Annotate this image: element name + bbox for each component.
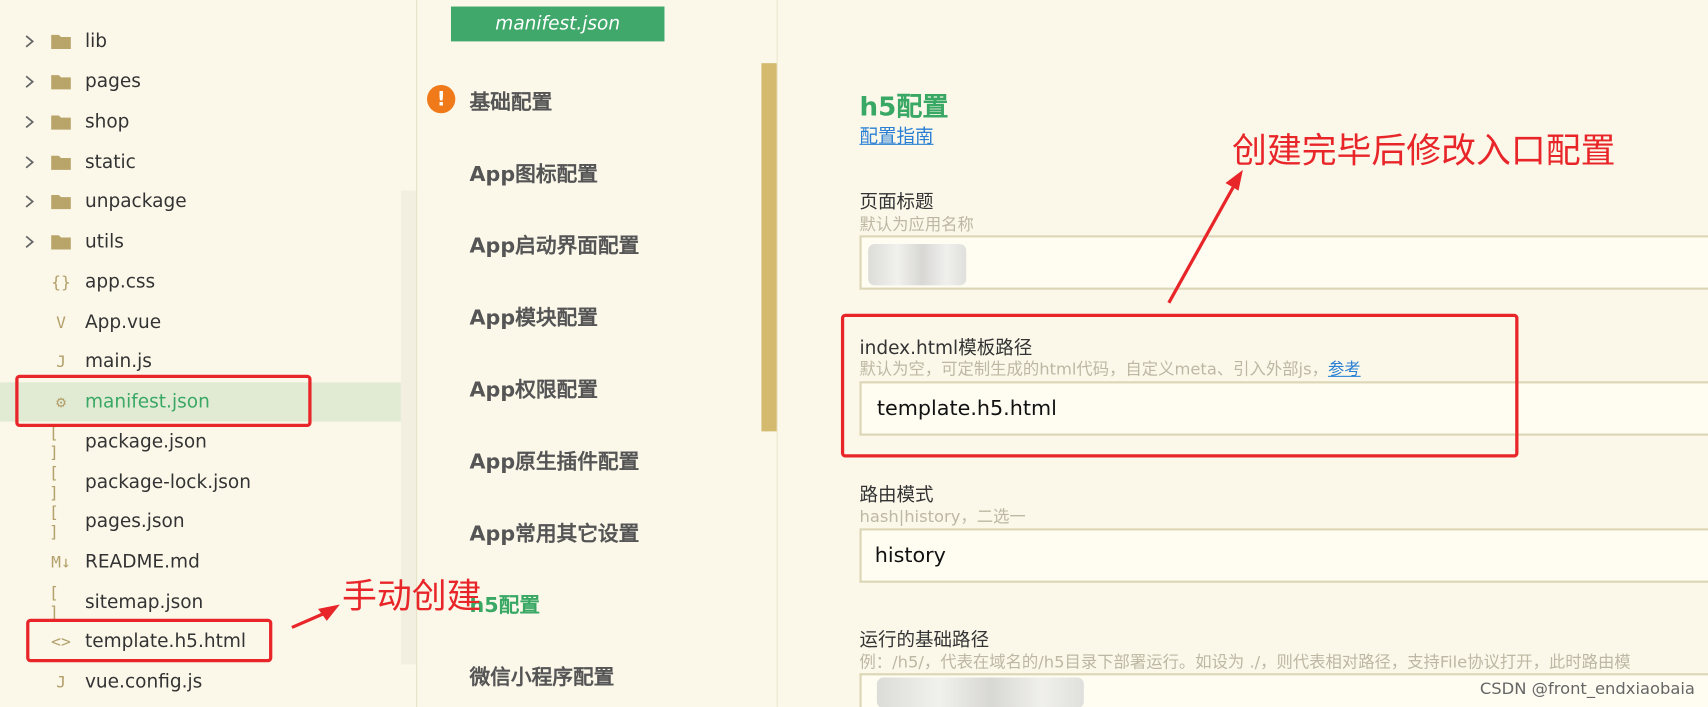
arrow-head [318,604,340,621]
arrow-line [1167,186,1235,304]
annotation-arrows [291,169,1243,629]
arrow-line [291,611,326,629]
arrow-head [1225,169,1243,191]
watermark: CSDN @front_endxiaobaia [1479,678,1695,699]
